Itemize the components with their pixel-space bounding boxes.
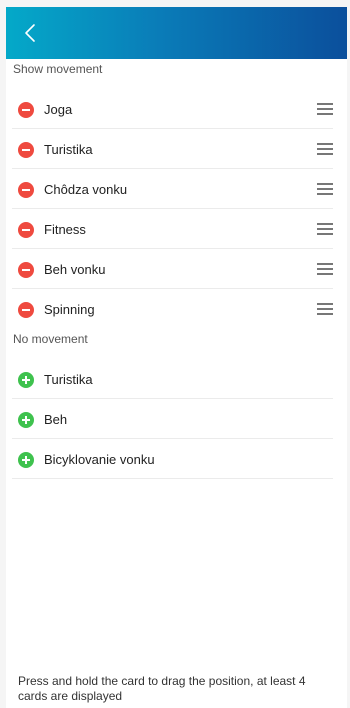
list-item-label: Fitness xyxy=(44,222,86,237)
drag-handle-icon[interactable] xyxy=(317,262,333,276)
top-bar xyxy=(6,7,347,59)
add-circle-icon[interactable] xyxy=(18,412,34,428)
list-item-label: Beh vonku xyxy=(44,262,106,277)
remove-circle-icon[interactable] xyxy=(18,102,34,118)
list-item[interactable]: Turistika xyxy=(6,359,347,399)
drag-handle-icon[interactable] xyxy=(317,142,333,156)
remove-circle-icon[interactable] xyxy=(18,302,34,318)
divider xyxy=(12,478,333,479)
list-item[interactable]: Chôdza vonku xyxy=(6,169,347,209)
list-item[interactable]: Turistika xyxy=(6,129,347,169)
remove-circle-icon[interactable] xyxy=(18,222,34,238)
add-circle-icon[interactable] xyxy=(18,372,34,388)
remove-circle-icon[interactable] xyxy=(18,142,34,158)
remove-circle-icon[interactable] xyxy=(18,182,34,198)
list-item[interactable]: Joga xyxy=(6,89,347,129)
list-item-label: Bicyklovanie vonku xyxy=(44,452,155,467)
list-item[interactable]: Fitness xyxy=(6,209,347,249)
chevron-left-icon xyxy=(25,24,35,42)
list-item[interactable]: Beh xyxy=(6,399,347,439)
list-item-label: Turistika xyxy=(44,142,93,157)
add-circle-icon[interactable] xyxy=(18,452,34,468)
movement-list: Show movement Joga Turistika Chôdza vonk… xyxy=(6,59,347,708)
drag-hint-text: Press and hold the card to drag the posi… xyxy=(18,674,306,703)
drag-handle-icon[interactable] xyxy=(317,102,333,116)
list-item-label: Turistika xyxy=(44,372,93,387)
back-button[interactable] xyxy=(16,19,44,47)
section-title-no-movement: No movement xyxy=(13,332,88,346)
list-item-label: Joga xyxy=(44,102,73,117)
list-item-label: Chôdza vonku xyxy=(44,182,128,197)
list-item[interactable]: Spinning xyxy=(6,289,347,329)
list-item[interactable]: Bicyklovanie vonku xyxy=(6,439,347,479)
list-item[interactable]: Beh vonku xyxy=(6,249,347,289)
list-item-label: Spinning xyxy=(44,302,95,317)
list-item-label: Beh xyxy=(44,412,68,427)
section-title-show-movement: Show movement xyxy=(13,62,103,76)
drag-handle-icon[interactable] xyxy=(317,182,333,196)
drag-handle-icon[interactable] xyxy=(317,302,333,316)
drag-handle-icon[interactable] xyxy=(317,222,333,236)
remove-circle-icon[interactable] xyxy=(18,262,34,278)
